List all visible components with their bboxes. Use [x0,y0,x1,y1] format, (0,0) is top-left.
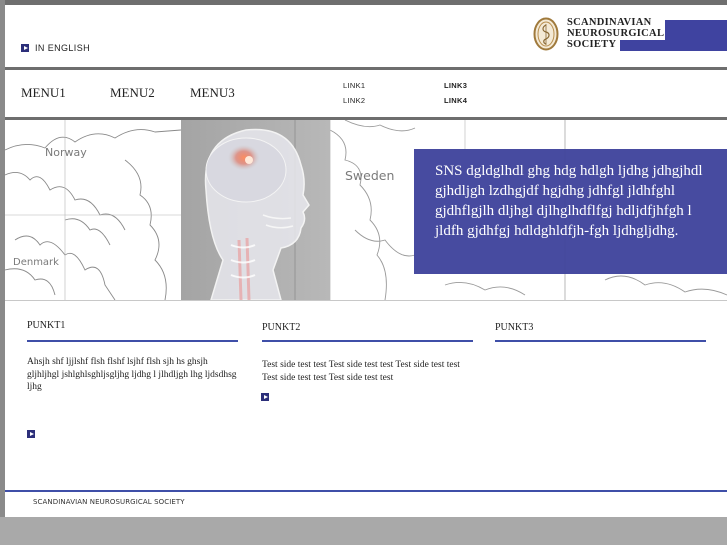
logo-text: SCANDINAVIAN NEUROSURGICAL SOCIETY [567,17,664,50]
society-logo[interactable]: SCANDINAVIAN NEUROSURGICAL SOCIETY [533,17,664,51]
column-3-title: PUNKT3 [495,322,534,333]
column-2-more-button[interactable] [261,388,269,406]
column-1-more-button[interactable] [27,425,35,443]
logo-line-2: NEUROSURGICAL [567,28,665,39]
column-1-title: PUNKT1 [27,320,66,331]
arrow-right-icon [21,44,29,52]
bottom-frame [0,517,727,545]
arrow-right-icon [27,430,35,438]
link-3[interactable]: LINK3 [444,81,467,90]
hero-overlay-text: SNS dgldglhdl ghg hdg hdlgh ljdhg jdhgjh… [435,163,703,239]
map-label-denmark: Denmark [13,257,59,268]
language-link-label: IN ENGLISH [35,43,91,53]
menu-3[interactable]: MENU3 [190,85,235,101]
column-2-text: Test side test test Test side test test … [262,360,460,383]
menu-1[interactable]: MENU1 [21,85,66,101]
link-4[interactable]: LINK4 [444,96,467,105]
page: IN ENGLISH SCANDINAVIAN NEUROSURGICAL SO… [0,0,727,545]
link-2[interactable]: LINK2 [343,96,365,105]
seal-icon [533,17,559,51]
column-1-rule [27,340,238,342]
column-1-text: Ahsjh shf ljjlshf flsh flshf lsjhf flsh … [27,357,237,392]
brain-xray-image [181,120,330,300]
menu-2[interactable]: MENU2 [110,85,155,101]
arrow-right-icon [261,393,269,401]
logo-line-3: SOCIETY [567,39,617,50]
map-label-sweden: Sweden [345,168,395,183]
map-label-norway: Norway [45,146,87,159]
header-divider [5,67,727,70]
footer-text: SCANDINAVIAN NEUROSURGICAL SOCIETY [33,498,185,506]
column-2-rule [262,340,473,342]
language-link[interactable]: IN ENGLISH [21,43,90,53]
column-2-title: PUNKT2 [262,322,301,333]
column-3-rule [495,340,706,342]
top-frame [0,0,727,5]
footer-divider [5,490,727,492]
link-1[interactable]: LINK1 [343,81,365,90]
logo-line-1: SCANDINAVIAN [567,17,652,28]
